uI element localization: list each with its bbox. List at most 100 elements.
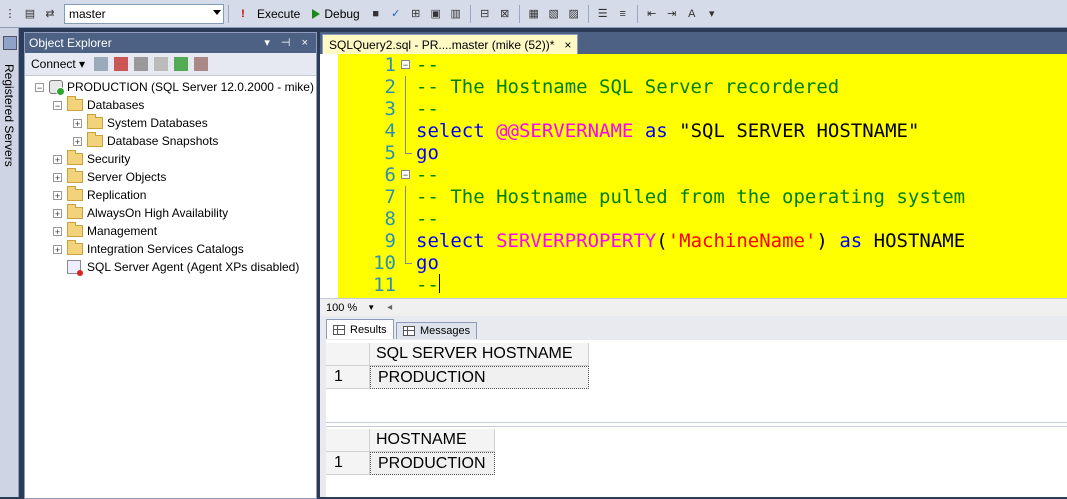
uncomment-icon[interactable]: ≡: [615, 6, 631, 22]
code-area[interactable]: 1 − -- 2 -- The Hostname SQL Server reco…: [338, 54, 1067, 296]
increase-indent-icon[interactable]: ⇥: [664, 6, 680, 22]
results-to-grid-icon[interactable]: ▧: [546, 6, 562, 22]
tree-node-databases[interactable]: − Databases: [25, 96, 316, 114]
disconnect-icon[interactable]: [114, 57, 129, 71]
result-grid-1[interactable]: SQL SERVER HOSTNAME 1 PRODUCTION: [326, 340, 1067, 423]
tree-node-server[interactable]: − PRODUCTION (SQL Server 12.0.2000 - mik…: [25, 78, 316, 96]
outline-marker: [400, 142, 416, 164]
folder-icon: [67, 150, 83, 165]
stop-icon[interactable]: ■: [368, 6, 384, 22]
row-header-corner[interactable]: [326, 429, 370, 452]
code-identifier: "SQL SERVER HOSTNAME": [679, 120, 920, 142]
comment-icon[interactable]: ☰: [595, 6, 611, 22]
tree-node-management[interactable]: + Management: [25, 222, 316, 240]
toolbar-divider: [636, 4, 638, 23]
result-grid-2[interactable]: HOSTNAME 1 PRODUCTION: [326, 426, 1067, 498]
column-header[interactable]: HOSTNAME: [370, 429, 495, 452]
expand-icon[interactable]: +: [53, 172, 62, 182]
code-line: 5 go: [338, 142, 1067, 164]
activity-monitor-icon[interactable]: [194, 57, 209, 71]
tree-node-database-snapshots[interactable]: + Database Snapshots: [25, 132, 316, 150]
tab-messages[interactable]: Messages: [396, 322, 478, 339]
database-select[interactable]: master: [64, 3, 224, 24]
refresh-icon[interactable]: [174, 57, 189, 71]
connect-query-icon[interactable]: ▤: [22, 6, 38, 22]
tree-label: Replication: [87, 188, 147, 202]
registered-servers-icon: [3, 36, 17, 50]
tree-label: SQL Server Agent (Agent XPs disabled): [87, 260, 300, 274]
line-number: 4: [384, 120, 396, 142]
object-explorer-toolbar: Connect ▾: [25, 53, 316, 76]
tree-node-system-databases[interactable]: + System Databases: [25, 114, 316, 132]
code-keyword: as: [839, 230, 863, 252]
execute-icon[interactable]: !: [235, 6, 251, 22]
parse-checkmark-icon[interactable]: ✓: [388, 6, 404, 22]
outline-marker: [400, 98, 416, 120]
row-number[interactable]: 1: [326, 366, 370, 389]
decrease-indent-icon[interactable]: ⇤: [644, 6, 660, 22]
toolbar-divider: [228, 4, 229, 23]
result-cell[interactable]: PRODUCTION: [370, 452, 495, 475]
tree-node-integration-services[interactable]: + Integration Services Catalogs: [25, 240, 316, 258]
code-comment: --: [416, 98, 439, 120]
collapse-icon[interactable]: −: [53, 100, 62, 110]
tab-messages-label: Messages: [420, 325, 471, 337]
agent-icon: [67, 260, 83, 276]
close-icon[interactable]: ×: [564, 38, 571, 52]
outline-marker[interactable]: −: [400, 54, 416, 76]
stop-icon[interactable]: [134, 57, 149, 71]
expand-icon[interactable]: +: [53, 244, 62, 254]
query-editor[interactable]: 1 − -- 2 -- The Hostname SQL Server reco…: [320, 54, 1067, 298]
outline-marker[interactable]: −: [400, 164, 416, 186]
tree-node-alwayson[interactable]: + AlwaysOn High Availability: [25, 204, 316, 222]
outline-marker: [400, 252, 416, 274]
tree-node-agent[interactable]: SQL Server Agent (Agent XPs disabled): [25, 258, 316, 276]
panel-controls[interactable]: ▾ ⊣ ×: [264, 36, 312, 49]
toolbar-overflow-icon[interactable]: ▾: [704, 6, 720, 22]
debug-icon[interactable]: [312, 8, 321, 19]
zoom-select[interactable]: 100 %: [326, 302, 357, 314]
expand-icon[interactable]: +: [53, 154, 62, 164]
expand-icon[interactable]: +: [73, 118, 82, 128]
debug-button[interactable]: Debug: [324, 7, 359, 21]
tree-node-replication[interactable]: + Replication: [25, 186, 316, 204]
execute-button[interactable]: Execute: [257, 7, 300, 21]
object-explorer-panel: Object Explorer ▾ ⊣ × Connect ▾ − PRODUC…: [24, 32, 317, 499]
expand-icon[interactable]: +: [53, 208, 62, 218]
include-plan-icon[interactable]: ⊟: [477, 6, 493, 22]
expand-icon[interactable]: +: [53, 226, 62, 236]
code-comment: --: [416, 208, 439, 230]
specify-values-icon[interactable]: A: [684, 6, 700, 22]
scroll-left-icon[interactable]: ◂: [387, 302, 392, 313]
tree-node-server-objects[interactable]: + Server Objects: [25, 168, 316, 186]
query-designer-icon[interactable]: ▣: [428, 6, 444, 22]
result-cell[interactable]: PRODUCTION: [370, 366, 589, 389]
row-header-corner[interactable]: [326, 343, 370, 366]
object-explorer-title: Object Explorer: [29, 36, 112, 50]
registered-servers-tab[interactable]: Registered Servers: [0, 28, 19, 497]
tree-label: Integration Services Catalogs: [87, 242, 244, 256]
collapse-icon[interactable]: −: [401, 170, 410, 180]
column-header[interactable]: SQL SERVER HOSTNAME: [370, 343, 589, 366]
collapse-icon[interactable]: −: [401, 60, 410, 70]
tab-sqlquery2[interactable]: SQLQuery2.sql - PR....master (mike (52))…: [322, 34, 579, 55]
results-to-text-icon[interactable]: ▦: [526, 6, 542, 22]
filter-icon[interactable]: [154, 57, 169, 71]
expand-icon[interactable]: +: [53, 190, 62, 200]
estimated-plan-icon[interactable]: ⊞: [408, 6, 424, 22]
chevron-down-icon[interactable]: ▼: [367, 303, 375, 312]
client-stats-icon[interactable]: ⊠: [497, 6, 513, 22]
intellisense-icon[interactable]: ▥: [448, 6, 464, 22]
collapse-icon[interactable]: −: [35, 82, 44, 92]
text-caret: [438, 274, 440, 293]
outline-marker: [400, 120, 416, 142]
line-number: 2: [384, 76, 396, 98]
row-number[interactable]: 1: [326, 452, 370, 475]
results-to-file-icon[interactable]: ▨: [566, 6, 582, 22]
connect-button[interactable]: Connect ▾: [31, 57, 85, 71]
connect-icon[interactable]: [94, 57, 109, 71]
change-connection-icon[interactable]: ⇄: [42, 6, 58, 22]
tab-results[interactable]: Results: [326, 319, 394, 339]
tree-node-security[interactable]: + Security: [25, 150, 316, 168]
expand-icon[interactable]: +: [73, 136, 82, 146]
